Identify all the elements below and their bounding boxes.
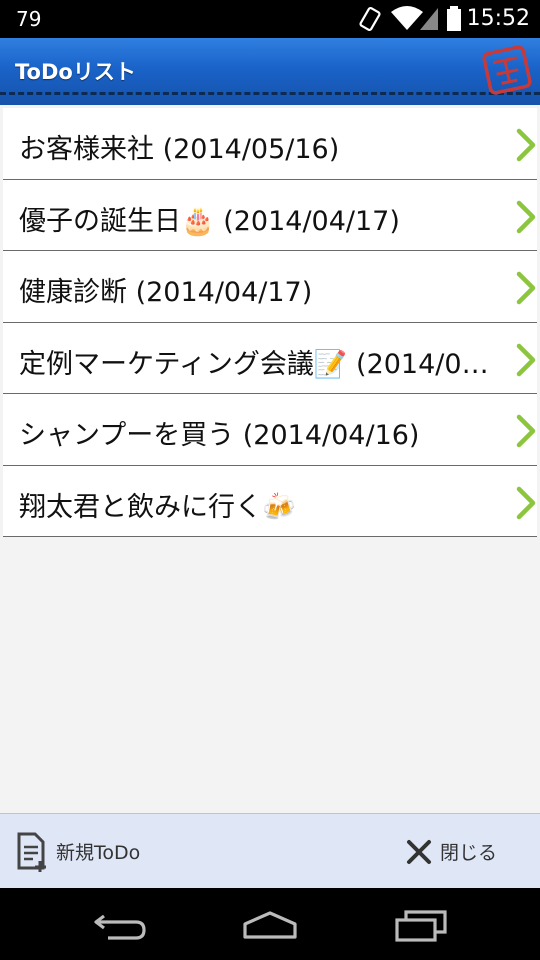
recent-apps-icon[interactable] <box>394 908 448 942</box>
new-todo-label: 新規ToDo <box>56 842 141 864</box>
action-bar: 新規ToDo 閉じる <box>0 813 540 888</box>
status-bar: 79 15:52 <box>0 0 540 38</box>
list-item[interactable]: 優子の誕生日🎂 (2014/04/17) <box>3 179 537 251</box>
battery-icon <box>447 6 461 31</box>
list-item[interactable]: 翔太君と飲みに行く🍻 <box>3 465 537 537</box>
todo-label: お客様来社 (2014/05/16) <box>19 134 340 165</box>
todo-label: 翔太君と飲みに行く🍻 <box>19 491 296 523</box>
close-button[interactable]: 閉じる <box>406 814 497 889</box>
page-title: ToDoリスト <box>15 60 136 84</box>
chevron-right-icon <box>516 271 536 305</box>
chevron-right-icon <box>516 343 536 376</box>
chevron-right-icon <box>516 414 536 448</box>
notification-count: 79 <box>16 7 42 31</box>
signal-icon <box>420 8 438 30</box>
close-label: 閉じる <box>440 842 498 864</box>
todo-label: シャンプーを買う (2014/04/16) <box>19 420 420 451</box>
todo-label: 健康診断 (2014/04/17) <box>19 277 313 308</box>
new-todo-button[interactable]: 新規ToDo <box>16 814 140 889</box>
todo-label: 定例マーケティング会議📝 (2014/04/17) <box>19 348 499 380</box>
list-item[interactable]: 健康診断 (2014/04/17) <box>3 251 537 323</box>
chevron-right-icon <box>516 128 536 162</box>
back-icon[interactable] <box>92 908 148 942</box>
home-icon[interactable] <box>242 910 298 940</box>
new-document-icon <box>17 832 46 872</box>
chevron-right-icon <box>516 200 536 233</box>
hanko-stamp-icon <box>482 45 532 95</box>
list-item[interactable]: お客様来社 (2014/05/16) <box>3 108 537 180</box>
list-item[interactable]: シャンプーを買う (2014/04/16) <box>3 394 537 466</box>
todo-list: お客様来社 (2014/05/16) 優子の誕生日🎂 (2014/04/17) … <box>3 108 537 537</box>
clock: 15:52 <box>466 6 530 31</box>
close-icon <box>407 839 431 864</box>
vibrate-icon <box>359 6 381 32</box>
content-area: お客様来社 (2014/05/16) 優子の誕生日🎂 (2014/04/17) … <box>0 105 540 813</box>
chevron-right-icon <box>516 486 536 519</box>
stitch-divider <box>0 92 540 95</box>
list-item[interactable]: 定例マーケティング会議📝 (2014/04/17) <box>3 322 537 394</box>
navigation-bar <box>0 888 540 960</box>
title-bar: ToDoリスト <box>0 38 540 105</box>
todo-label: 優子の誕生日🎂 (2014/04/17) <box>19 205 400 237</box>
